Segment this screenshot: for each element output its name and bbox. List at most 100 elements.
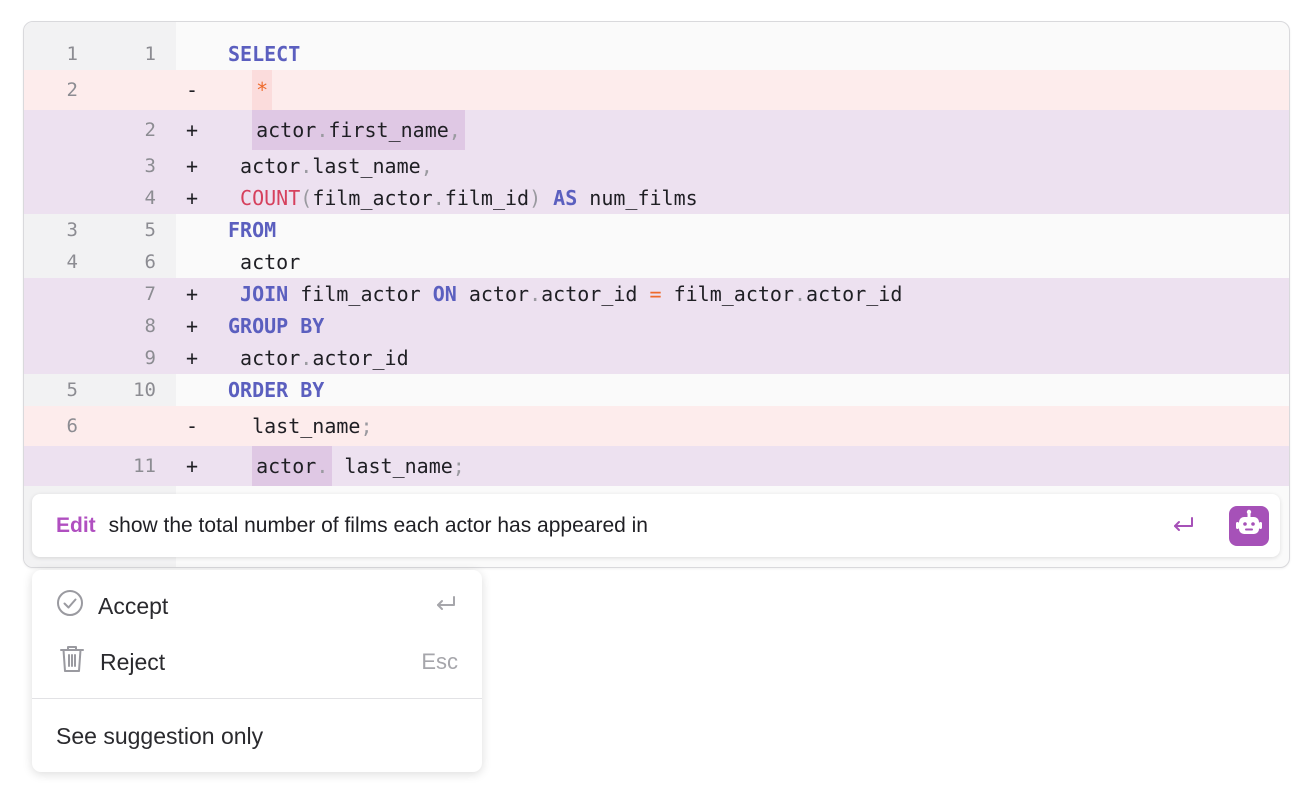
diff-marker: + xyxy=(185,186,199,210)
code-token: AS xyxy=(553,186,578,210)
code-token: ( xyxy=(300,186,313,210)
old-line-number: 2 xyxy=(66,79,78,101)
code-token: SELECT xyxy=(228,42,301,66)
code-token: FROM xyxy=(228,218,277,242)
diff-marker: + xyxy=(185,118,199,142)
new-line-number: 5 xyxy=(144,219,156,241)
code-token: film_id xyxy=(444,186,530,210)
context-line: 5 10 ORDER BY xyxy=(24,374,1289,406)
code-token: last_name xyxy=(252,414,361,438)
edit-prompt-bar[interactable]: Edit show the total number of films each… xyxy=(32,494,1280,557)
changed-token-highlight: * xyxy=(252,70,273,110)
added-line: 4 + COUNT(film_actor. film_id) AS num_film… xyxy=(24,182,1289,214)
code-token: JOIN xyxy=(240,282,289,306)
added-line: 2 + actor. first_name, xyxy=(24,110,1289,150)
code-token: . xyxy=(300,154,313,178)
code-token: ; xyxy=(452,454,465,478)
code-token: film_actor xyxy=(288,282,433,306)
code-token: first_name xyxy=(328,118,449,142)
enter-icon[interactable] xyxy=(1170,514,1196,538)
diff-marker: + xyxy=(185,154,199,178)
new-line-number: 9 xyxy=(144,347,156,369)
new-line-number: 1 xyxy=(144,43,156,65)
diff-marker: + xyxy=(185,346,199,370)
code-token: . xyxy=(300,346,313,370)
code-content: SELECT xyxy=(228,38,300,70)
code-token: , xyxy=(420,154,433,178)
code-content: actor. last_name; xyxy=(228,446,465,486)
code-content: actor. first_name, xyxy=(228,110,465,150)
old-line-number: 4 xyxy=(66,251,78,273)
code-token: ) xyxy=(529,186,542,210)
code-token: = xyxy=(649,282,662,306)
see-suggestion-only-item[interactable]: See suggestion only xyxy=(32,718,482,754)
code-content: actor. actor_id xyxy=(228,342,409,374)
code-token: * xyxy=(256,78,269,102)
code-token: actor xyxy=(240,154,301,178)
new-line-number: 4 xyxy=(144,187,156,209)
old-line-number: 1 xyxy=(66,43,78,65)
code-content: last_name; xyxy=(228,406,373,446)
check-circle-icon xyxy=(56,589,84,623)
code-token: actor xyxy=(256,454,317,478)
new-line-number: 11 xyxy=(133,455,156,477)
code-token: , xyxy=(448,118,461,142)
old-line-number: 3 xyxy=(66,219,78,241)
diff-marker: - xyxy=(185,78,199,102)
diff-marker: + xyxy=(185,282,199,306)
code-content: COUNT(film_actor. film_id) AS num_films xyxy=(228,182,698,214)
added-line: 11 + actor. last_name; xyxy=(24,446,1289,486)
context-line: 3 5 FROM xyxy=(24,214,1289,246)
diff-code: 1 1 SELECT 2- * 2 + actor. first_name, 3 + actor… xyxy=(24,38,1289,486)
old-line-number: 5 xyxy=(66,379,78,401)
diff-marker: + xyxy=(185,454,199,478)
diff-marker: - xyxy=(185,414,199,438)
trash-icon xyxy=(58,644,86,680)
new-line-number: 6 xyxy=(144,251,156,273)
new-line-number: 10 xyxy=(133,379,156,401)
code-token: GROUP BY xyxy=(228,314,325,338)
code-token: ORDER BY xyxy=(228,378,325,402)
code-token: num_films xyxy=(577,186,698,210)
code-token: COUNT xyxy=(240,186,301,210)
assistant-button[interactable] xyxy=(1229,506,1269,546)
code-token: film_actor xyxy=(661,282,794,306)
edit-prompt-input[interactable]: show the total number of films each acto… xyxy=(109,514,648,538)
diff-marker: + xyxy=(185,314,199,338)
added-line: 8 + GROUP BY xyxy=(24,310,1289,342)
code-token: last_name xyxy=(312,154,421,178)
code-token: actor xyxy=(240,250,301,274)
changed-token-highlight: actor. xyxy=(252,446,333,486)
code-token: . xyxy=(432,186,445,210)
context-line: 4 6 actor xyxy=(24,246,1289,278)
code-content: actor. last_name, xyxy=(228,150,433,182)
code-content: GROUP BY xyxy=(228,310,324,342)
code-token: ; xyxy=(360,414,373,438)
code-token: . xyxy=(529,282,542,306)
new-line-number: 7 xyxy=(144,283,156,305)
code-token: actor xyxy=(456,282,530,306)
code-token: actor xyxy=(240,346,301,370)
added-line: 3 + actor. last_name, xyxy=(24,150,1289,182)
accept-menu-item[interactable]: Accept xyxy=(32,588,482,624)
code-token: film_actor xyxy=(312,186,433,210)
code-token: actor_id xyxy=(806,282,903,306)
code-content: FROM xyxy=(228,214,276,246)
new-line-number: 3 xyxy=(144,155,156,177)
menu-divider xyxy=(32,698,482,699)
accept-label: Accept xyxy=(98,592,169,619)
robot-icon xyxy=(1236,509,1262,534)
code-content: ORDER BY xyxy=(228,374,324,406)
code-content: JOIN film_actor ON actor. actor_id = film… xyxy=(228,278,902,310)
context-line: 1 1 SELECT xyxy=(24,38,1289,70)
code-token: . xyxy=(793,282,807,306)
code-content: actor xyxy=(228,246,300,278)
reject-menu-item[interactable]: Reject Esc xyxy=(32,644,482,680)
